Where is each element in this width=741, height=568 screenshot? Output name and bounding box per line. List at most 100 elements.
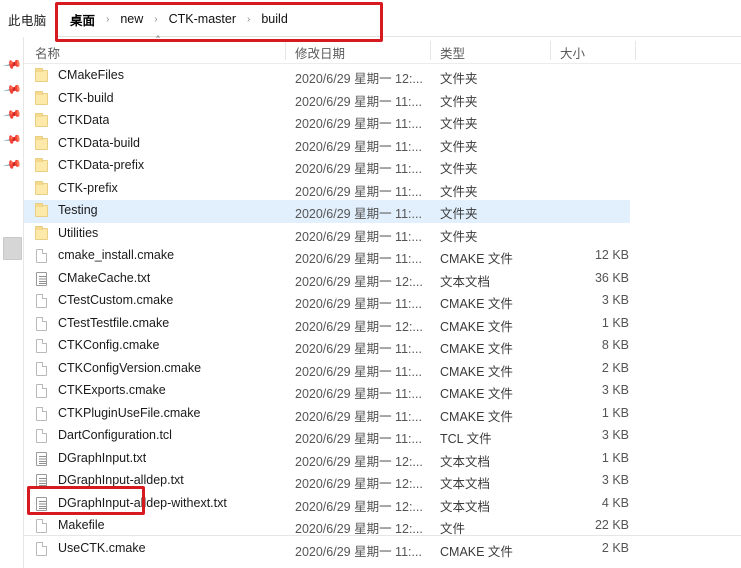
file-icon-glyph bbox=[36, 384, 47, 398]
file-row[interactable]: DartConfiguration.tcl 2020/6/29 星期一 11:..… bbox=[24, 425, 630, 448]
breadcrumb-separator: › bbox=[154, 13, 158, 25]
file-type: 文件夹 bbox=[440, 162, 478, 176]
file-name: CTKConfig.cmake bbox=[58, 338, 160, 352]
file-icon bbox=[34, 293, 51, 309]
file-size: 1 KB bbox=[601, 315, 629, 330]
this-pc-label[interactable]: 此电脑 bbox=[8, 10, 47, 29]
file-row[interactable]: CTKConfigVersion.cmake 2020/6/29 星期一 11:.… bbox=[24, 358, 630, 381]
file-row[interactable]: DGraphInput.txt 2020/6/29 星期一 12:... 文本文档 1… bbox=[24, 448, 630, 471]
file-row[interactable]: cmake_install.cmake 2020/6/29 星期一 11:... C… bbox=[24, 245, 630, 268]
file-date: 2020/6/29 星期一 12:... bbox=[295, 319, 423, 334]
file-size: 1 KB bbox=[601, 450, 629, 465]
file-type: CMAKE 文件 bbox=[440, 342, 513, 356]
breadcrumb-item-build[interactable]: build bbox=[257, 11, 291, 27]
breadcrumb-separator: › bbox=[106, 13, 110, 25]
file-name: cmake_install.cmake bbox=[58, 248, 175, 262]
file-date: 2020/6/29 星期一 12:... bbox=[295, 477, 423, 491]
pin-icon[interactable]: 📌 bbox=[2, 55, 22, 75]
file-type: CMAKE 文件 bbox=[440, 364, 513, 379]
file-name: CMakeCache.txt bbox=[58, 270, 151, 285]
file-date: 2020/6/29 星期一 11:... bbox=[295, 229, 422, 244]
folder-icon bbox=[34, 180, 51, 197]
column-divider[interactable] bbox=[550, 41, 551, 60]
file-row[interactable]: CTKConfig.cmake 2020/6/29 星期一 11:... CMAKE… bbox=[24, 335, 630, 358]
file-row[interactable]: Testing 2020/6/29 星期一 11:... 文件夹 bbox=[24, 200, 630, 223]
file-row[interactable]: CTestCustom.cmake 2020/6/29 星期一 11:... CMA… bbox=[24, 290, 630, 313]
column-header-type[interactable]: 类型 bbox=[440, 43, 465, 62]
text-file-icon bbox=[34, 271, 51, 287]
file-date: 2020/6/29 星期一 11:... bbox=[295, 432, 422, 446]
file-icon bbox=[34, 338, 51, 354]
file-date: 2020/6/29 星期一 11:... bbox=[295, 139, 422, 154]
file-name: CTKData-prefix bbox=[58, 158, 145, 172]
file-name: CTestTestfile.cmake bbox=[58, 315, 170, 330]
file-row[interactable]: CTKData-prefix 2020/6/29 星期一 11:... 文件夹 bbox=[24, 155, 630, 178]
file-row[interactable]: CTKPluginUseFile.cmake 2020/6/29 星期一 11:.… bbox=[24, 403, 630, 426]
folder-icon bbox=[34, 225, 51, 242]
folder-icon-glyph bbox=[35, 203, 48, 217]
file-list[interactable]: CMakeFiles 2020/6/29 星期一 12:... 文件夹 CTK-bui… bbox=[24, 65, 741, 559]
folder-icon bbox=[34, 158, 51, 174]
file-type: CMAKE 文件 bbox=[440, 252, 513, 266]
file-icon-glyph bbox=[36, 339, 47, 353]
file-name: Utilities bbox=[58, 225, 99, 240]
file-date: 2020/6/29 星期一 11:... bbox=[295, 544, 422, 559]
nav-pane-scrollbar-thumb[interactable] bbox=[3, 237, 22, 260]
file-date: 2020/6/29 星期一 11:... bbox=[295, 364, 422, 379]
file-row[interactable]: Utilities 2020/6/29 星期一 11:... 文件夹 bbox=[24, 223, 630, 246]
file-icon-glyph bbox=[36, 406, 47, 421]
folder-icon bbox=[34, 68, 51, 84]
file-type: 文本文档 bbox=[440, 274, 491, 289]
file-row[interactable]: CMakeCache.txt 2020/6/29 星期一 12:... 文本文档 36… bbox=[24, 268, 630, 291]
file-icon bbox=[34, 428, 51, 444]
file-row[interactable]: CTKData 2020/6/29 星期一 11:... 文件夹 bbox=[24, 110, 630, 133]
address-bar[interactable]: 此电脑 桌面 › new › CTK-master › build bbox=[0, 0, 741, 36]
breadcrumb-item-桌面[interactable]: 桌面 bbox=[66, 9, 99, 30]
breadcrumb-item-CTK-master[interactable]: CTK-master bbox=[165, 11, 240, 27]
file-date: 2020/6/29 星期一 11:... bbox=[295, 297, 422, 311]
file-icon bbox=[34, 406, 51, 422]
file-type: 文件夹 bbox=[440, 139, 478, 154]
file-icon-glyph bbox=[36, 316, 47, 331]
file-row[interactable]: CMakeFiles 2020/6/29 星期一 12:... 文件夹 bbox=[24, 65, 630, 88]
file-row[interactable]: DGraphInput-alldep.txt 2020/6/29 星期一 12:.… bbox=[24, 470, 630, 493]
file-name: CTK-prefix bbox=[58, 180, 118, 195]
breadcrumb-item-new[interactable]: new bbox=[116, 11, 147, 27]
pin-icon[interactable]: 📌 bbox=[2, 130, 22, 150]
file-row[interactable]: CTestTestfile.cmake 2020/6/29 星期一 12:... C… bbox=[24, 313, 630, 336]
file-name: Makefile bbox=[58, 518, 105, 532]
pin-icon[interactable]: 📌 bbox=[2, 80, 22, 100]
file-name: DGraphInput.txt bbox=[58, 450, 147, 465]
file-size: 2 KB bbox=[601, 540, 629, 555]
column-header-date[interactable]: 修改日期 bbox=[295, 43, 345, 62]
folder-icon-glyph bbox=[35, 90, 48, 105]
file-type: CMAKE 文件 bbox=[440, 387, 513, 401]
file-row[interactable]: CTKData-build 2020/6/29 星期一 11:... 文件夹 bbox=[24, 133, 630, 156]
file-row[interactable]: UseCTK.cmake 2020/6/29 星期一 11:... CMAKE 文件… bbox=[24, 538, 630, 561]
file-icon bbox=[34, 541, 51, 557]
file-row[interactable]: DGraphInput-alldep-withext.txt 2020/6/29 … bbox=[24, 493, 630, 516]
header-underline bbox=[24, 63, 741, 64]
file-date: 2020/6/29 星期一 11:... bbox=[295, 94, 422, 109]
column-header-name[interactable]: 名称 bbox=[35, 43, 60, 62]
file-date: 2020/6/29 星期一 11:... bbox=[295, 252, 422, 266]
file-row[interactable]: CTK-build 2020/6/29 星期一 11:... 文件夹 bbox=[24, 88, 630, 111]
folder-icon bbox=[34, 113, 51, 129]
text-file-icon bbox=[34, 451, 51, 467]
file-size: 22 KB bbox=[594, 518, 629, 532]
file-row[interactable]: CTK-prefix 2020/6/29 星期一 11:... 文件夹 bbox=[24, 178, 630, 201]
file-explorer-window: 此电脑 桌面›new›CTK-master›build ^ 📌 📌 📌 📌 📌 … bbox=[0, 0, 741, 568]
pin-icon[interactable]: 📌 bbox=[2, 105, 22, 125]
file-size: 36 KB bbox=[594, 270, 629, 285]
file-name: Testing bbox=[58, 203, 98, 217]
column-header-size[interactable]: 大小 bbox=[560, 43, 585, 62]
folder-icon bbox=[34, 135, 51, 152]
column-divider[interactable] bbox=[430, 41, 431, 60]
file-date: 2020/6/29 星期一 11:... bbox=[295, 409, 422, 424]
file-type: 文本文档 bbox=[440, 477, 491, 491]
breadcrumb[interactable]: 桌面 › new › CTK-master › build bbox=[66, 8, 292, 30]
column-divider[interactable] bbox=[285, 41, 286, 60]
pin-icon[interactable]: 📌 bbox=[2, 155, 22, 175]
file-row[interactable]: CTKExports.cmake 2020/6/29 星期一 11:... CMAK… bbox=[24, 380, 630, 403]
column-divider[interactable] bbox=[635, 41, 636, 60]
